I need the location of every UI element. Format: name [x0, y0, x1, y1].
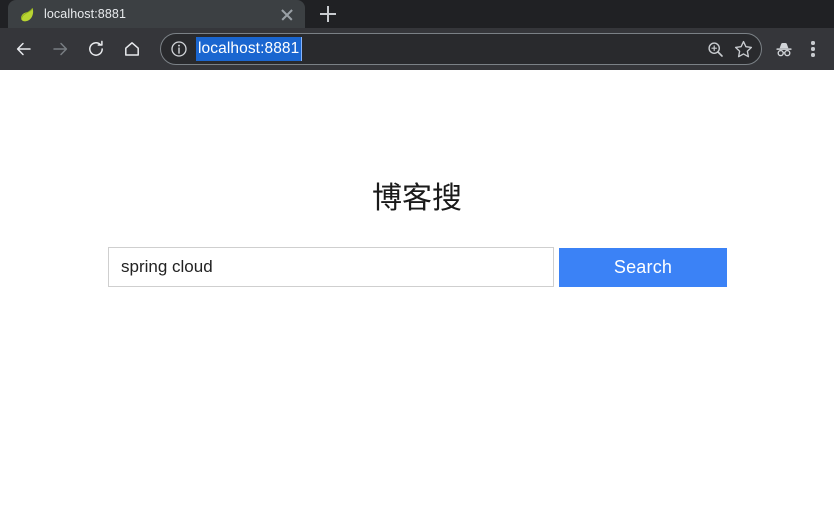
page-title: 博客搜 [372, 181, 462, 216]
three-dot-menu-icon[interactable] [802, 34, 824, 64]
tab-title: localhost:8881 [44, 7, 127, 21]
close-icon[interactable] [279, 6, 295, 22]
zoom-magnifier-icon[interactable] [701, 35, 729, 63]
forward-arrow-icon [44, 33, 76, 65]
search-form: Search [108, 247, 727, 287]
url-text-wrapper[interactable]: localhost:8881 [196, 34, 701, 64]
search-button[interactable]: Search [559, 248, 727, 287]
home-icon[interactable] [116, 33, 148, 65]
star-icon[interactable] [729, 35, 757, 63]
url-input[interactable]: localhost:8881 [196, 37, 303, 61]
page-content: 博客搜 Search [0, 70, 834, 530]
info-circle-icon[interactable] [170, 40, 188, 58]
search-input[interactable] [108, 247, 554, 287]
address-bar[interactable]: localhost:8881 [160, 33, 762, 65]
back-arrow-icon[interactable] [8, 33, 40, 65]
reload-icon[interactable] [80, 33, 112, 65]
new-tab-button[interactable] [318, 4, 338, 24]
spring-leaf-favicon [18, 6, 35, 23]
browser-tab-localhost[interactable]: localhost:8881 [8, 0, 305, 28]
incognito-icon[interactable] [770, 34, 798, 64]
tab-strip: localhost:8881 [0, 0, 834, 28]
browser-toolbar: localhost:8881 [0, 28, 834, 70]
browser-chrome: localhost:8881 localhost:8881 [0, 0, 834, 70]
